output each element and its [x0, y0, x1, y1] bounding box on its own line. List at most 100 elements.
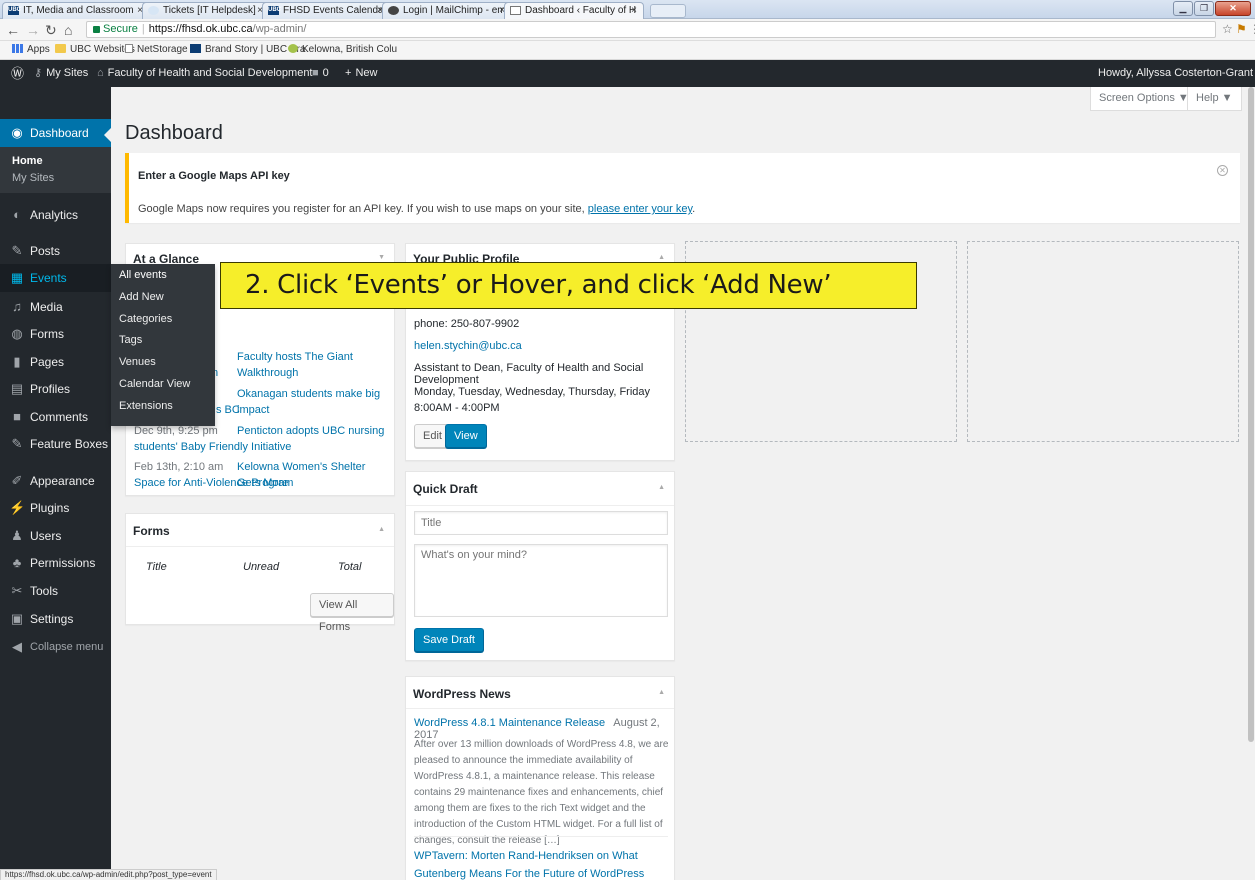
window-controls: ▁ ❐ ✕ — [1173, 1, 1251, 16]
profile-email[interactable]: helen.stychin@ubc.ca — [414, 340, 522, 352]
toggle-icon[interactable]: ▲ — [658, 689, 665, 696]
flyout-categories[interactable]: Categories — [111, 308, 215, 330]
widget-title: WordPress News — [413, 687, 511, 701]
bookmark-link[interactable]: Kelowna, British Colu — [288, 41, 397, 59]
submenu-my-sites[interactable]: My Sites — [12, 172, 54, 184]
sidebar-item-label: Appearance — [30, 474, 95, 488]
ubc-icon: UBC — [268, 6, 281, 15]
url-input[interactable]: Secure | https://fhsd.ok.ubc.ca/wp-admin/ — [86, 21, 1216, 38]
sidebar-item-users[interactable]: ♟ Users — [0, 522, 111, 550]
extension-icon[interactable]: ⚑ — [1236, 22, 1247, 36]
forms-icon: ◍ — [11, 326, 23, 341]
sidebar-item-permissions[interactable]: ♣ Permissions — [0, 549, 111, 577]
browser-tab[interactable]: Tickets [IT Helpdesk] × — [142, 2, 270, 19]
tab-title: IT, Media and Classroom — [23, 5, 134, 16]
flyout-extensions[interactable]: Extensions — [111, 395, 215, 417]
wordpress-logo-icon[interactable]: Ⓦ — [11, 60, 24, 87]
sidebar-item-appearance[interactable]: ✐ Appearance — [0, 467, 111, 495]
secure-label: Secure — [103, 23, 138, 35]
divider — [126, 546, 394, 547]
help-button[interactable]: Help ▼ — [1187, 87, 1242, 111]
mailchimp-icon — [388, 6, 399, 15]
view-all-forms-button[interactable]: View All Forms — [310, 593, 394, 633]
sidebar-item-profiles[interactable]: ▤ Profiles — [0, 375, 111, 403]
activity-link-cont[interactable]: students' Baby Friendly Initiative — [134, 441, 291, 453]
scrollbar-thumb[interactable] — [1248, 87, 1254, 742]
toggle-icon[interactable]: ▲ — [658, 484, 665, 491]
bookmark-folder[interactable]: UBC Websites — [55, 41, 135, 59]
sidebar-item-events[interactable]: ▦ Events — [0, 264, 111, 292]
media-icon: ♫ — [12, 299, 22, 314]
dashboard-submenu: Home My Sites — [0, 147, 111, 193]
sidebar-item-comments[interactable]: ■ Comments — [0, 403, 111, 431]
news-title-link[interactable]: WordPress 4.8.1 Maintenance Release — [414, 717, 605, 729]
news-title-link[interactable]: WPTavern: Morten Rand-Hendriksen on What… — [414, 847, 671, 880]
sidebar-item-tools[interactable]: ✂ Tools — [0, 577, 111, 605]
plus-icon: + — [345, 67, 352, 79]
enter-key-link[interactable]: please enter your key — [588, 203, 692, 215]
sidebar-item-pages[interactable]: ▮ Pages — [0, 348, 111, 376]
page-scrollbar[interactable] — [1247, 87, 1255, 880]
widget-title: Quick Draft — [413, 482, 478, 496]
activity-link[interactable]: Kelowna Women's Shelter Gets More — [237, 459, 390, 491]
activity-link[interactable]: Okanagan students make big impact — [237, 386, 390, 418]
browser-tab-active[interactable]: Dashboard ‹ Faculty of H × — [504, 2, 644, 19]
screen-options-button[interactable]: Screen Options ▼ — [1090, 87, 1198, 111]
widget-drop-zone — [967, 241, 1239, 442]
divider — [406, 505, 674, 506]
view-profile-button[interactable]: View — [445, 424, 487, 448]
column-unread: Unread — [243, 561, 280, 573]
sidebar-item-media[interactable]: ♫ Media — [0, 293, 111, 321]
browser-tab[interactable]: Login | MailChimp - ema × — [382, 2, 512, 19]
comments-link[interactable]: ■ 0 — [312, 60, 329, 87]
submenu-home[interactable]: Home — [12, 155, 43, 167]
sidebar-item-analytics[interactable]: ◐ Analytics — [0, 201, 111, 229]
sidebar-item-label: Plugins — [30, 501, 70, 515]
sidebar-item-plugins[interactable]: ⚡ Plugins — [0, 494, 111, 522]
sidebar-item-label: Dashboard — [30, 126, 89, 140]
site-name-link[interactable]: ⌂ Faculty of Health and Social Developmen… — [97, 60, 313, 87]
activity-link-cont[interactable]: s BC — [216, 402, 240, 418]
sidebar-item-forms[interactable]: ◍ Forms — [0, 320, 111, 348]
bookmark-link[interactable]: NetStorage — [125, 41, 188, 59]
flyout-add-new[interactable]: Add New — [111, 286, 215, 308]
sidebar-item-dashboard[interactable]: ◉ Dashboard — [0, 119, 111, 147]
notice-text: Google Maps now requires you register fo… — [138, 203, 695, 215]
new-content-link[interactable]: + New — [345, 60, 377, 87]
home-icon[interactable]: ⌂ — [64, 22, 72, 38]
browser-tab[interactable]: UBC FHSD Events Calendar × — [262, 2, 390, 19]
forward-icon[interactable]: → — [26, 22, 40, 38]
save-draft-button[interactable]: Save Draft — [414, 628, 484, 652]
collapse-menu-button[interactable]: ◀ Collapse menu — [0, 633, 111, 661]
column-total: Total — [338, 561, 362, 573]
browser-tab[interactable]: UBC IT, Media and Classroom × — [2, 2, 150, 19]
minimize-icon[interactable]: ▁ — [1173, 1, 1193, 16]
sidebar-item-posts[interactable]: ✎ Posts — [0, 237, 111, 265]
flyout-tags[interactable]: Tags — [111, 329, 215, 351]
draft-content-textarea[interactable] — [414, 544, 668, 617]
activity-link[interactable]: Penticton adopts UBC nursing — [237, 423, 384, 439]
star-icon[interactable]: ☆ — [1222, 22, 1233, 36]
users-icon: ♟ — [11, 528, 23, 543]
new-tab-button[interactable] — [650, 4, 686, 18]
window-close-icon[interactable]: ✕ — [1215, 1, 1251, 16]
sidebar-item-settings[interactable]: ▣ Settings — [0, 605, 111, 633]
activity-link[interactable]: Faculty hosts The Giant Walkthrough — [237, 349, 390, 381]
menu-icon[interactable]: ⋮ — [1249, 22, 1255, 36]
bookmark-apps[interactable]: Apps — [12, 41, 50, 59]
flyout-all-events[interactable]: All events — [111, 264, 215, 286]
account-menu[interactable]: Howdy, Allyssa Costerton-Grant — [1098, 60, 1255, 87]
close-icon[interactable]: × — [631, 3, 637, 18]
back-icon[interactable]: ← — [6, 22, 20, 38]
draft-title-input[interactable] — [414, 511, 668, 535]
flyout-calendar-view[interactable]: Calendar View — [111, 373, 215, 395]
toggle-icon[interactable]: ▲ — [378, 526, 385, 533]
restore-icon[interactable]: ❐ — [1194, 1, 1214, 16]
toggle-icon[interactable]: ▼ — [378, 254, 385, 261]
reload-icon[interactable]: ↻ — [45, 22, 57, 38]
flyout-venues[interactable]: Venues — [111, 351, 215, 373]
toggle-icon[interactable]: ▲ — [658, 254, 665, 261]
sidebar-item-feature-boxes[interactable]: ✎ Feature Boxes — [0, 430, 111, 458]
my-sites-link[interactable]: ⚷ My Sites — [34, 60, 88, 87]
dismiss-icon[interactable]: ✕ — [1217, 165, 1228, 176]
